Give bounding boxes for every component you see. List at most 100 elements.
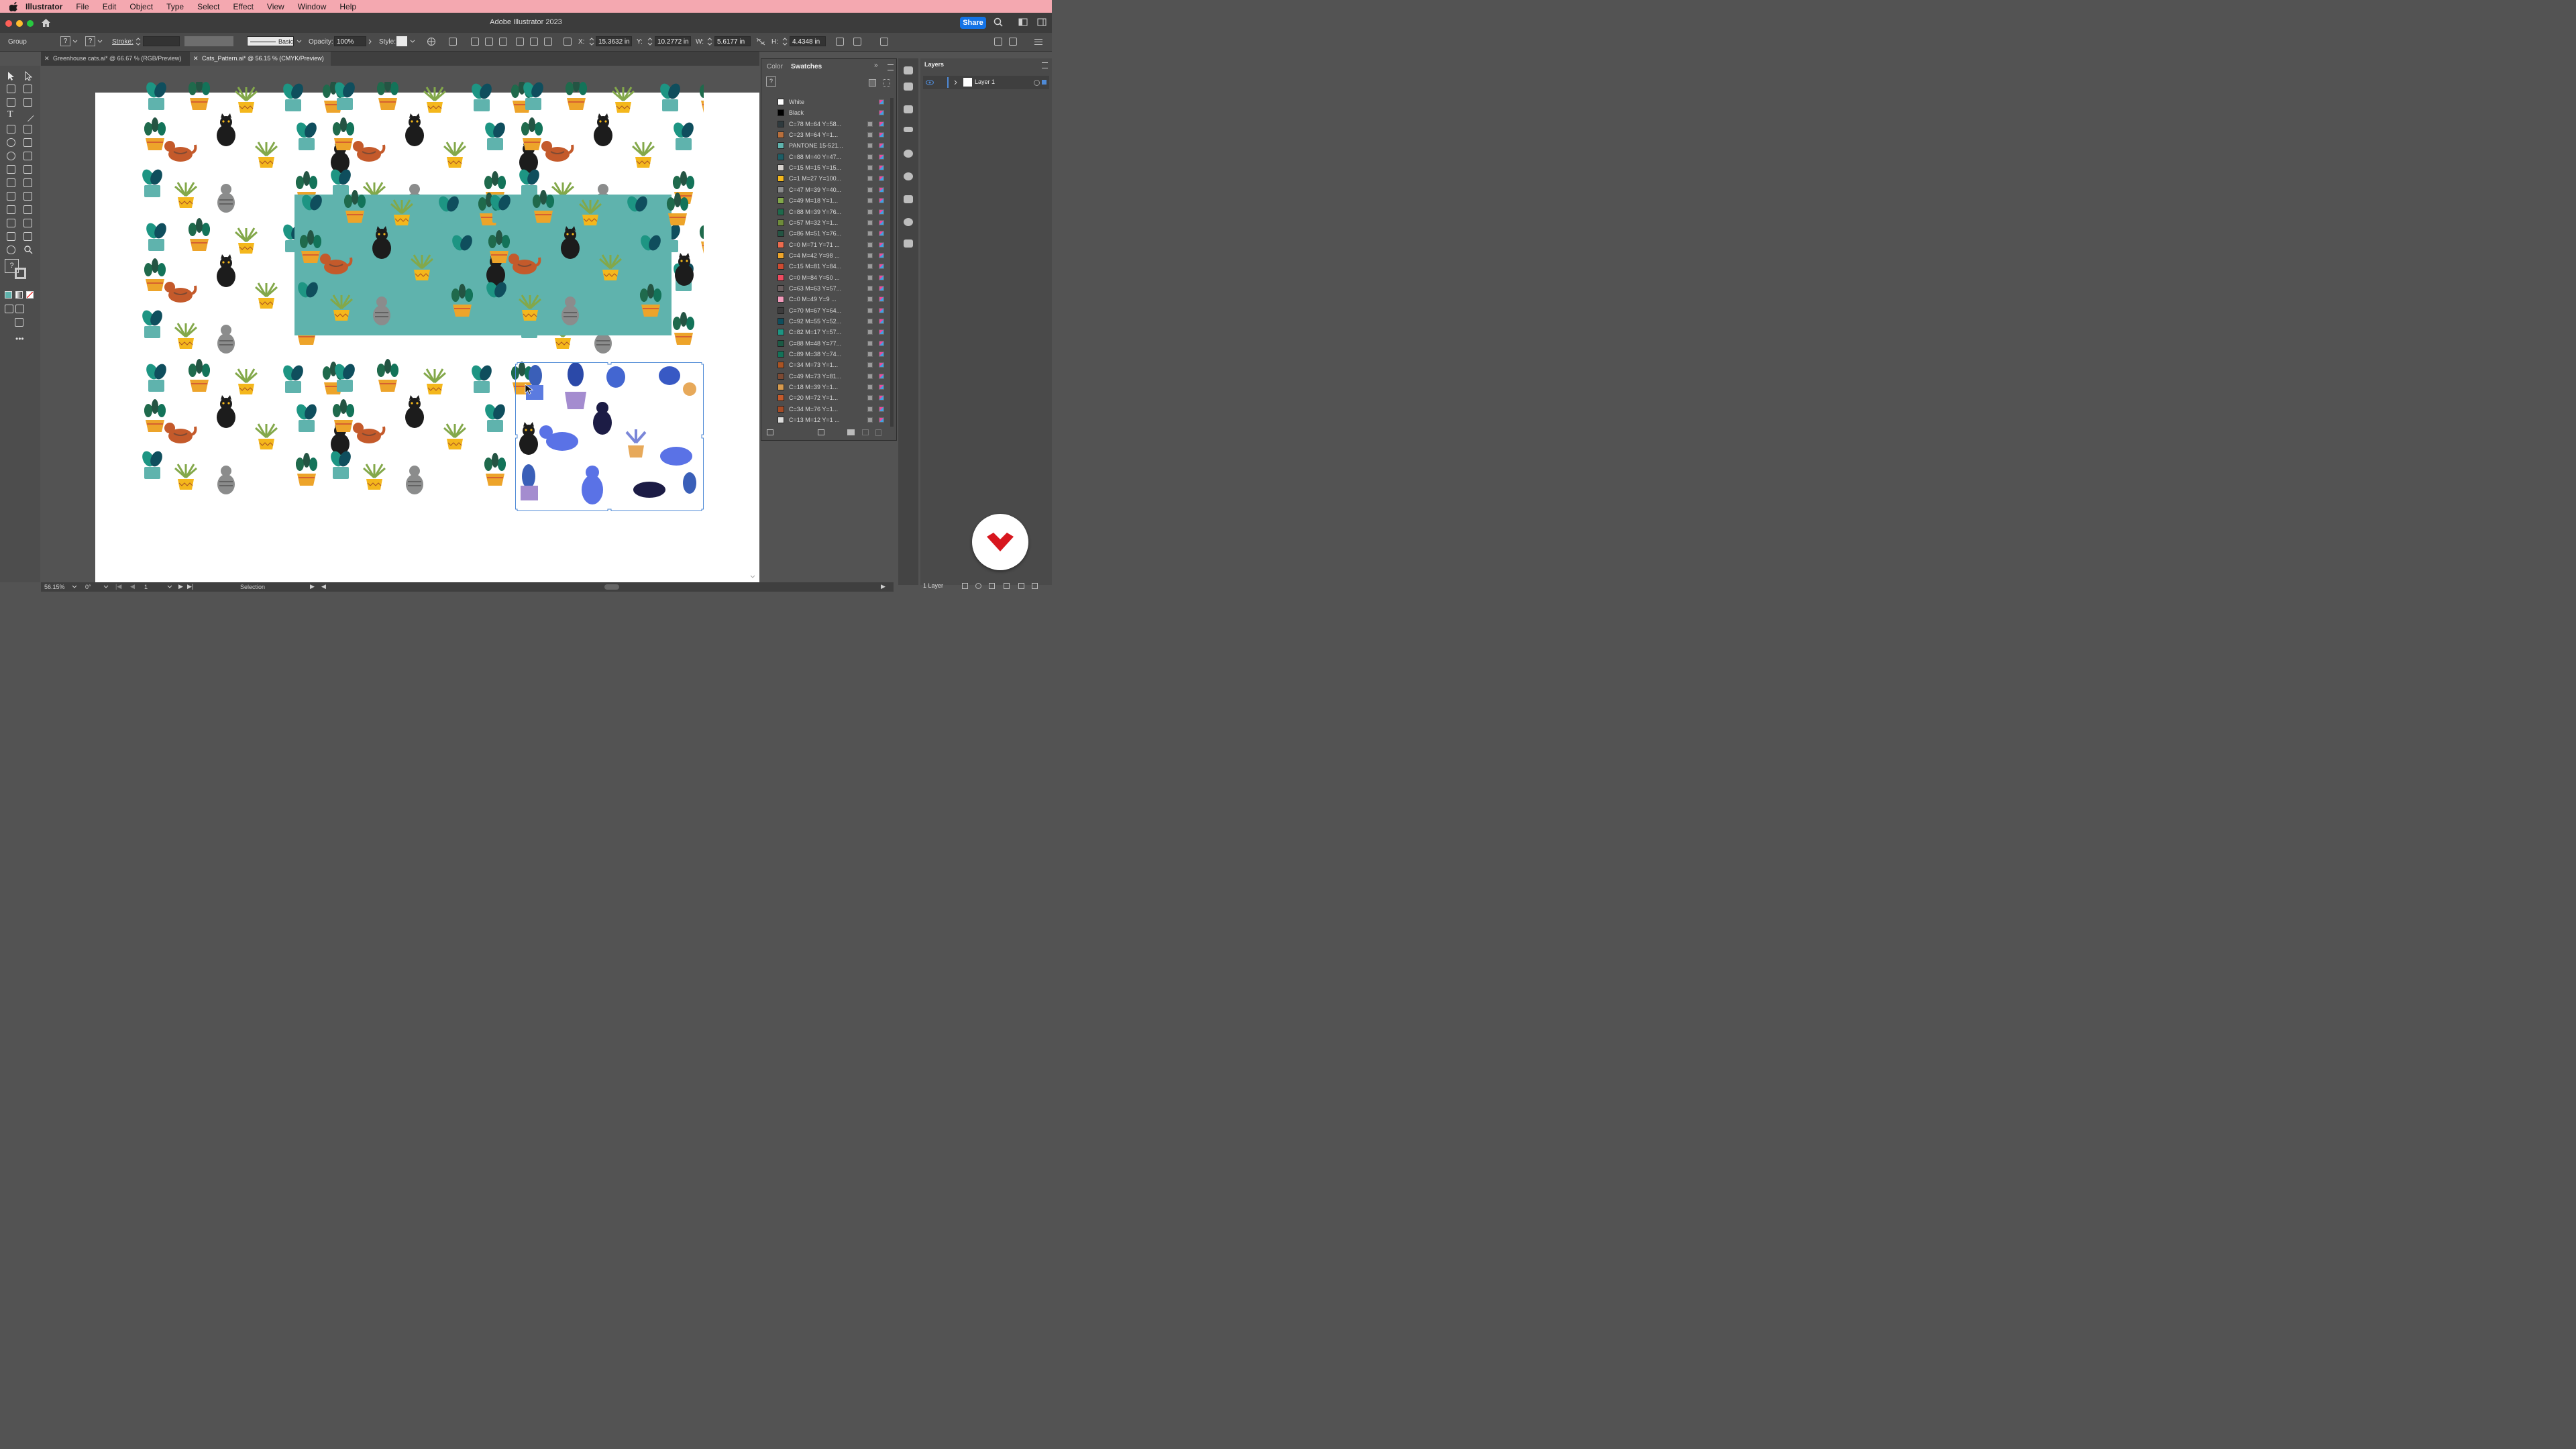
swatch-row[interactable]: C=88 M=39 Y=76... <box>767 207 886 217</box>
stepper-icon[interactable] <box>136 37 141 46</box>
stroke-panel-icon[interactable] <box>904 127 913 132</box>
swatch-chip[interactable] <box>777 339 784 347</box>
swatch-chip[interactable] <box>777 131 784 139</box>
brush-definition-field[interactable]: Basic <box>247 36 294 46</box>
new-color-group-icon[interactable] <box>847 429 855 435</box>
share-button[interactable]: Share <box>960 17 986 29</box>
swatch-chip[interactable] <box>777 405 784 413</box>
mesh-tool-icon[interactable] <box>7 192 15 201</box>
selected-blue-pattern-group[interactable] <box>515 362 704 511</box>
swatch-chip[interactable] <box>777 296 784 303</box>
layer-name[interactable]: Layer 1 <box>975 78 995 85</box>
fill-swatch[interactable]: ? <box>60 36 70 46</box>
blend-tool-icon[interactable] <box>23 205 32 214</box>
swatch-row[interactable]: C=92 M=55 Y=52... <box>767 316 886 327</box>
arrange-documents-icon[interactable] <box>994 38 1002 46</box>
align-bottom-icon[interactable] <box>544 38 552 46</box>
swatch-chip[interactable] <box>777 307 784 314</box>
menu-edit[interactable]: Edit <box>103 2 117 11</box>
menu-type[interactable]: Type <box>166 2 184 11</box>
layer-row[interactable]: Layer 1 <box>923 76 1049 89</box>
swatch-chip[interactable] <box>777 197 784 205</box>
y-position-field[interactable]: 10.2772 in <box>655 36 691 46</box>
panel-toggle-icon[interactable] <box>1037 18 1046 26</box>
vertical-scrollbar[interactable] <box>749 126 756 582</box>
swatch-row[interactable]: C=23 M=64 Y=1... <box>767 129 886 140</box>
eyedropper-tool-icon[interactable] <box>7 205 15 214</box>
swatch-row[interactable]: C=34 M=73 Y=1... <box>767 360 886 370</box>
close-tab-icon[interactable]: ✕ <box>193 52 199 66</box>
swatch-row[interactable]: C=4 M=42 Y=98 ... <box>767 250 886 261</box>
perspective-grid-tool-icon[interactable] <box>23 178 32 187</box>
menu-help[interactable]: Help <box>339 2 356 11</box>
swatch-chip[interactable] <box>777 186 784 193</box>
curvature-tool-icon[interactable] <box>23 98 32 107</box>
current-tool-name[interactable]: Selection <box>240 584 265 590</box>
new-layer-icon[interactable] <box>1018 583 1024 589</box>
align-center-icon[interactable] <box>485 38 493 46</box>
reference-point-icon[interactable] <box>564 38 572 46</box>
layer-target-icon[interactable] <box>1034 80 1040 86</box>
menu-select[interactable]: Select <box>197 2 219 11</box>
swatch-row[interactable]: White <box>767 97 886 107</box>
chevron-down-icon[interactable] <box>410 40 415 44</box>
properties-icon[interactable] <box>904 83 913 91</box>
artboard-tool-icon[interactable] <box>7 232 15 241</box>
menu-effect[interactable]: Effect <box>233 2 253 11</box>
zoom-level[interactable]: 56.15% <box>44 584 65 590</box>
transform-icon[interactable] <box>449 38 457 46</box>
tab-swatches[interactable]: Swatches <box>791 63 822 70</box>
none-mode-icon[interactable] <box>26 291 34 299</box>
swatch-chip[interactable] <box>777 142 784 150</box>
first-artboard-icon[interactable]: |◀ <box>115 583 121 590</box>
swatch-chip[interactable] <box>777 109 784 117</box>
swatch-row[interactable]: C=18 M=39 Y=1... <box>767 382 886 392</box>
gradient-mode-icon[interactable] <box>15 291 23 299</box>
symbol-sprayer-tool-icon[interactable] <box>7 219 15 227</box>
swatch-chip[interactable] <box>777 164 784 172</box>
menu-view[interactable]: View <box>267 2 284 11</box>
rectangle-tool-icon[interactable] <box>7 125 15 133</box>
swatch-row[interactable]: C=49 M=18 Y=1... <box>767 195 886 206</box>
document-canvas[interactable] <box>41 66 759 582</box>
swatch-row[interactable]: C=70 M=67 Y=64... <box>767 305 886 316</box>
locate-object-icon[interactable] <box>975 583 981 589</box>
align-right-icon[interactable] <box>499 38 507 46</box>
chevron-right-icon[interactable] <box>368 39 372 44</box>
swatch-row[interactable]: C=0 M=49 Y=9 ... <box>767 294 886 305</box>
rotation-view[interactable]: 0° <box>85 584 91 590</box>
swatch-row[interactable]: C=78 M=64 Y=58... <box>767 119 886 129</box>
hand-tool-icon[interactable] <box>7 246 15 254</box>
appearance-icon[interactable] <box>904 150 913 158</box>
stroke-color-icon[interactable] <box>15 268 26 279</box>
layers-panel-title[interactable]: Layers <box>924 61 944 68</box>
swatch-chip[interactable] <box>777 329 784 336</box>
swatch-row[interactable]: C=47 M=39 Y=40... <box>767 184 886 195</box>
stepper-icon[interactable] <box>647 37 653 46</box>
line-tool-icon[interactable] <box>21 109 34 122</box>
swatch-row[interactable]: C=63 M=63 Y=57... <box>767 283 886 294</box>
swatch-chip[interactable] <box>777 351 784 358</box>
align-left-icon[interactable] <box>471 38 479 46</box>
swatch-row[interactable]: C=34 M=76 Y=1... <box>767 404 886 415</box>
selection-tool-icon[interactable] <box>7 71 15 80</box>
swatch-chip[interactable] <box>777 120 784 127</box>
swatch-row[interactable]: Black <box>767 107 886 118</box>
last-artboard-icon[interactable]: ▶| <box>187 583 193 590</box>
chevron-down-icon[interactable] <box>297 40 302 44</box>
stroke-label[interactable]: Stroke: <box>112 38 133 46</box>
chevron-down-icon[interactable] <box>72 585 77 589</box>
delete-layer-icon[interactable] <box>1032 583 1038 589</box>
status-menu-icon[interactable]: ▶ <box>310 583 315 590</box>
swatch-chip[interactable] <box>777 384 784 391</box>
fill-stroke-indicator-icon[interactable]: ? <box>766 76 776 87</box>
graphic-style-swatch[interactable] <box>396 36 407 46</box>
arrange-panels-icon[interactable] <box>1009 38 1017 46</box>
chevron-down-icon[interactable] <box>749 574 756 580</box>
swatch-row[interactable]: C=57 M=32 Y=1... <box>767 217 886 228</box>
brushes-icon[interactable] <box>904 105 913 113</box>
new-sublayer-icon[interactable] <box>1004 583 1010 589</box>
opacity-field[interactable]: 100% <box>334 36 366 46</box>
swatch-row[interactable]: C=13 M=12 Y=1 ... <box>767 415 886 425</box>
make-clipping-mask-icon[interactable] <box>989 583 995 589</box>
